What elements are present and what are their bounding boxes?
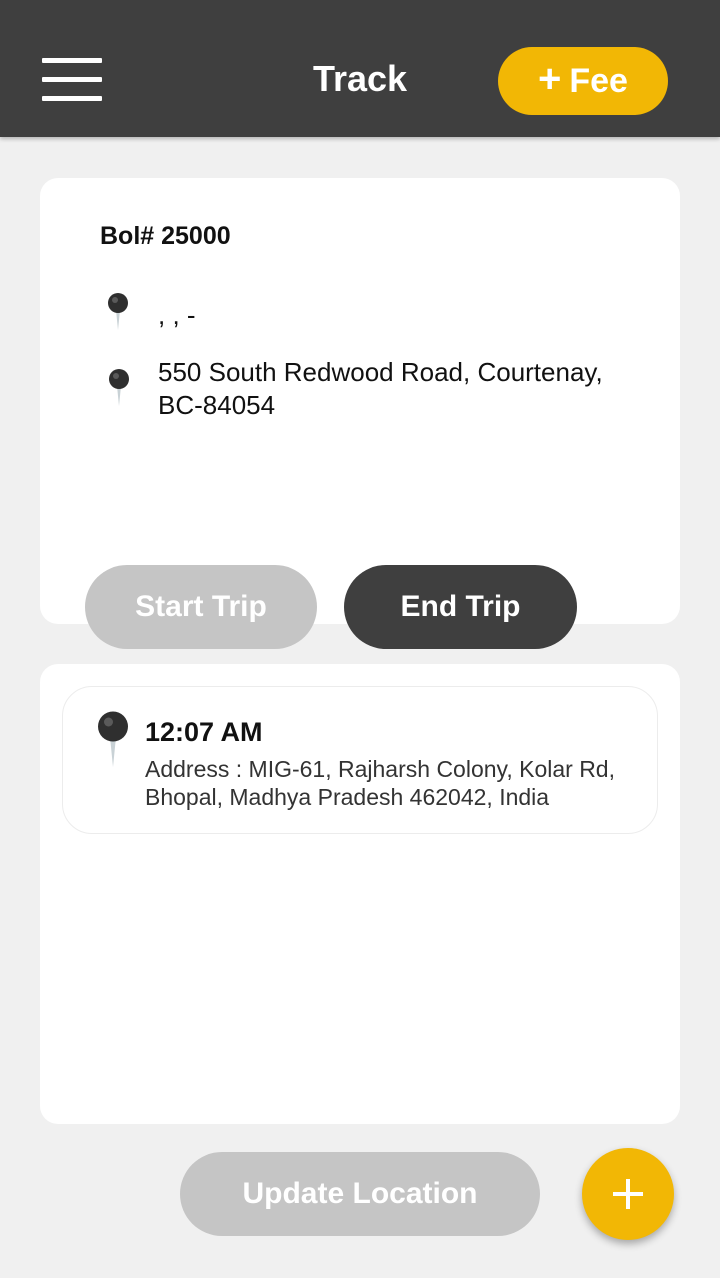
start-trip-button[interactable]: Start Trip	[85, 565, 317, 649]
add-button[interactable]	[582, 1148, 674, 1240]
trip-card: Bol# 25000 , , - 550 South Redwood Road,…	[40, 178, 680, 624]
map-pin-icon	[108, 293, 128, 330]
origin-address: , , -	[158, 300, 196, 330]
bol-number: Bol# 25000	[100, 222, 231, 250]
plus-icon: +	[538, 57, 562, 101]
map-pin-icon	[98, 711, 128, 767]
hamburger-menu-icon[interactable]	[40, 56, 104, 106]
add-fee-button[interactable]: + Fee	[498, 47, 668, 115]
log-time: 12:07 AM	[145, 717, 263, 747]
log-address: Address : MIG-61, Rajharsh Colony, Kolar…	[145, 756, 615, 810]
location-log-card: 12:07 AM Address : MIG-61, Rajharsh Colo…	[40, 664, 680, 1124]
destination-address: 550 South Redwood Road, Courtenay, BC-84…	[158, 357, 603, 420]
add-fee-label: Fee	[569, 61, 628, 100]
app-header: Track + Fee	[0, 0, 720, 137]
map-pin-icon	[109, 369, 129, 406]
update-location-button[interactable]: Update Location	[180, 1152, 540, 1236]
list-item: 12:07 AM Address : MIG-61, Rajharsh Colo…	[62, 686, 658, 834]
plus-icon	[613, 1179, 643, 1209]
end-trip-button[interactable]: End Trip	[344, 565, 577, 649]
page-title: Track	[312, 58, 408, 99]
